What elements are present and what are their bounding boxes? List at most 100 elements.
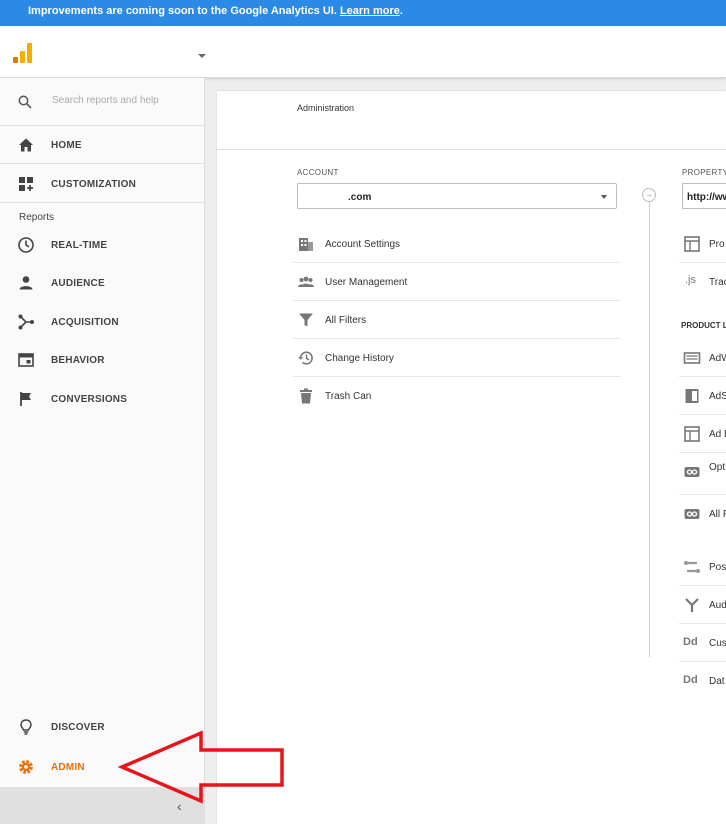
change-history-item[interactable]: Change History — [293, 339, 621, 377]
dashboard-grid-icon — [19, 177, 33, 191]
banner-text: Improvements are coming soon to the Goog… — [28, 5, 337, 17]
dd-icon: Dd — [683, 674, 698, 686]
sidebar-item-customization[interactable]: CUSTOMIZATION — [0, 165, 204, 203]
acquisition-branch-icon — [18, 314, 34, 330]
sidebar-item-label: DISCOVER — [51, 722, 105, 733]
all-filters-item[interactable]: All Filters — [293, 301, 621, 339]
sidebar-item-label: REAL-TIME — [51, 240, 108, 251]
user-management-item[interactable]: User Management — [293, 263, 621, 301]
search-icon — [18, 95, 32, 109]
trash-icon — [300, 388, 312, 404]
sidebar-item-label: ADMIN — [51, 762, 85, 773]
all-products-item[interactable]: All P — [679, 495, 726, 533]
link-icon — [684, 467, 700, 477]
postback-arrows-icon — [684, 561, 700, 573]
menu-item-label: Account Settings — [325, 239, 401, 250]
lightbulb-icon — [20, 719, 32, 735]
layout-icon — [684, 426, 700, 442]
divider — [217, 149, 726, 150]
optimize-linking-item[interactable]: Opt Link — [679, 453, 726, 495]
sidebar-item-behavior[interactable]: BEHAVIOR — [0, 341, 204, 379]
book-icon — [685, 389, 699, 403]
trash-can-item[interactable]: Trash Can — [293, 377, 621, 415]
link-icon — [684, 509, 700, 519]
chevron-left-icon: ‹ — [177, 798, 182, 814]
search-box[interactable]: Search reports and help — [0, 78, 204, 126]
reports-section-label: Reports — [19, 212, 55, 223]
account-column-label: ACCOUNT — [297, 168, 339, 177]
layout-icon — [684, 236, 700, 252]
card-icon — [683, 352, 701, 364]
sidebar-item-label: CUSTOMIZATION — [51, 179, 137, 190]
fork-icon — [685, 598, 699, 612]
property-settings-item[interactable]: Pro — [679, 225, 726, 263]
history-icon — [298, 351, 313, 365]
js-icon: .js — [685, 274, 696, 286]
adsense-linking-item[interactable]: AdS — [679, 377, 726, 415]
sidebar-item-audience[interactable]: AUDIENCE — [0, 264, 204, 302]
page-title: Administration — [297, 103, 355, 113]
sidebar-item-label: HOME — [51, 140, 82, 151]
filter-icon — [299, 313, 313, 327]
sidebar-item-realtime[interactable]: REAL-TIME — [0, 226, 204, 264]
property-value: http://ww — [687, 192, 726, 203]
arrow-right-icon[interactable]: → — [642, 188, 656, 202]
sidebar-item-label: BEHAVIOR — [51, 355, 105, 366]
sidebar-item-label: CONVERSIONS — [51, 394, 128, 405]
menu-item-label: AdS — [709, 391, 726, 402]
account-dropdown[interactable]: .com — [297, 183, 617, 209]
audience-definitions-item[interactable]: Aud — [679, 586, 726, 624]
menu-item-label: Opt Link — [709, 462, 726, 473]
menu-item-label: Pro — [709, 239, 725, 250]
chevron-down-icon — [601, 195, 607, 199]
flag-icon — [20, 392, 31, 406]
account-value: .com — [348, 192, 372, 203]
person-icon — [19, 276, 33, 290]
menu-item-label: Aud — [709, 600, 726, 611]
update-banner: Improvements are coming soon to the Goog… — [0, 0, 726, 26]
menu-item-label: User Management — [325, 277, 408, 288]
sidebar-item-home[interactable]: HOME — [0, 126, 204, 164]
collapse-sidebar-button[interactable]: ‹ — [0, 787, 204, 824]
column-divider — [649, 201, 650, 657]
search-input[interactable]: Search reports and help — [52, 95, 159, 106]
sidebar: Search reports and help HOME CUSTOMIZATI… — [0, 78, 205, 824]
menu-item-label: Trac — [709, 277, 726, 288]
menu-item-label: Cus — [709, 638, 726, 649]
sidebar-item-admin[interactable]: ADMIN — [0, 748, 204, 786]
account-settings-item[interactable]: Account Settings — [293, 225, 621, 263]
browser-window-icon — [18, 353, 34, 367]
account-selector[interactable] — [44, 26, 196, 76]
adwords-linking-item[interactable]: AdW — [679, 339, 726, 377]
menu-item-label: All P — [709, 509, 726, 520]
clock-icon — [18, 237, 34, 253]
menu-item-label: Pos — [709, 562, 726, 573]
product-linking-header: PRODUCT L — [681, 321, 726, 330]
building-icon — [299, 238, 313, 251]
postbacks-item[interactable]: Pos — [679, 548, 726, 586]
banner-trail: . — [399, 5, 403, 17]
home-icon — [19, 138, 33, 152]
admin-panel: Administration ACCOUNT .com → PROPERTY h… — [217, 91, 726, 824]
sidebar-item-acquisition[interactable]: ACQUISITION — [0, 303, 204, 341]
property-dropdown[interactable]: http://ww — [682, 183, 726, 209]
sidebar-item-label: AUDIENCE — [51, 278, 105, 289]
sidebar-item-discover[interactable]: DISCOVER — [0, 708, 204, 746]
chevron-down-icon[interactable] — [198, 54, 206, 58]
menu-item-label: Change History — [325, 353, 394, 364]
people-icon — [298, 276, 314, 287]
ad-exchange-linking-item[interactable]: Ad E — [679, 415, 726, 453]
custom-definitions-item[interactable]: Dd Cus — [679, 624, 726, 662]
tracking-info-item[interactable]: .js Trac — [679, 263, 726, 301]
menu-item-label: Ad E — [709, 429, 726, 440]
analytics-logo-icon[interactable] — [13, 43, 33, 63]
dd-icon: Dd — [683, 636, 698, 648]
learn-more-link[interactable]: Learn more — [340, 5, 400, 17]
sidebar-item-label: ACQUISITION — [51, 317, 119, 328]
menu-item-label: All Filters — [325, 315, 367, 326]
menu-item-label: Trash Can — [325, 391, 372, 402]
gear-icon — [19, 760, 33, 774]
sidebar-item-conversions[interactable]: CONVERSIONS — [0, 380, 204, 418]
menu-item-label: Dat — [709, 676, 725, 687]
data-import-item[interactable]: Dd Dat — [679, 662, 726, 700]
